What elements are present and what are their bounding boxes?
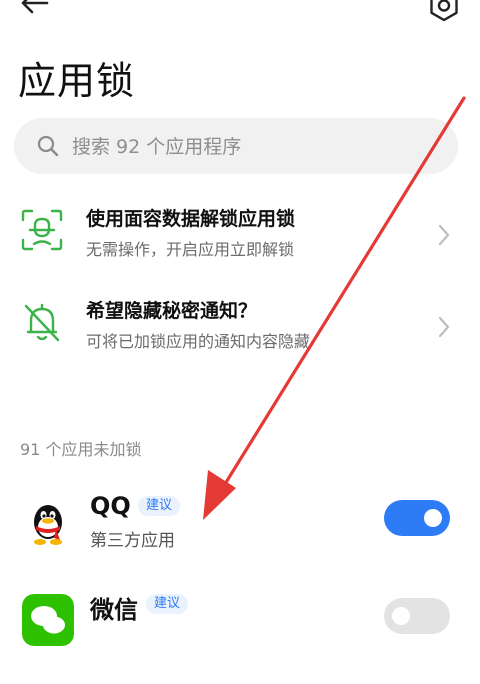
bell-off-icon — [24, 303, 60, 342]
section-header: 91 个应用未加锁 — [20, 440, 142, 459]
settings-button[interactable] — [424, 0, 464, 26]
chevron-right-icon — [438, 316, 450, 338]
toggle-knob — [424, 509, 442, 527]
wechat-app-icon — [22, 594, 74, 646]
app-subtitle: 第三方应用 — [90, 531, 175, 551]
back-arrow-icon — [21, 0, 49, 14]
back-button[interactable] — [14, 0, 54, 20]
qq-app-icon — [22, 496, 74, 548]
chevron-right-icon — [438, 224, 450, 246]
feature-title: 希望隐藏秘密通知？ — [86, 300, 258, 322]
gear-icon — [430, 0, 458, 22]
page-title: 应用锁 — [18, 59, 136, 103]
face-scan-icon — [21, 209, 63, 251]
feature-description: 可将已加锁应用的通知内容隐藏 — [86, 332, 311, 351]
app-name: QQ — [90, 492, 131, 520]
hide-notification-row[interactable]: 希望隐藏秘密通知？ 可将已加锁应用的通知内容隐藏 — [0, 296, 480, 380]
app-row-qq[interactable]: QQ 建议 第三方应用 — [0, 492, 480, 586]
search-bar[interactable] — [14, 118, 458, 176]
lock-toggle-qq[interactable] — [384, 500, 450, 536]
lock-toggle-wechat[interactable] — [384, 598, 450, 634]
app-name: 微信 — [90, 596, 138, 624]
recommend-badge: 建议 — [138, 496, 181, 516]
toggle-knob — [392, 607, 410, 625]
app-row-wechat[interactable]: 微信 建议 — [0, 594, 480, 684]
face-unlock-row[interactable]: 使用面容数据解锁应用锁 无需操作，开启应用立即解锁 — [0, 204, 480, 288]
feature-description: 无需操作，开启应用立即解锁 — [86, 240, 295, 259]
search-input[interactable] — [70, 118, 434, 176]
recommend-badge: 建议 — [146, 594, 189, 614]
feature-title: 使用面容数据解锁应用锁 — [86, 208, 296, 230]
search-icon — [37, 135, 59, 157]
